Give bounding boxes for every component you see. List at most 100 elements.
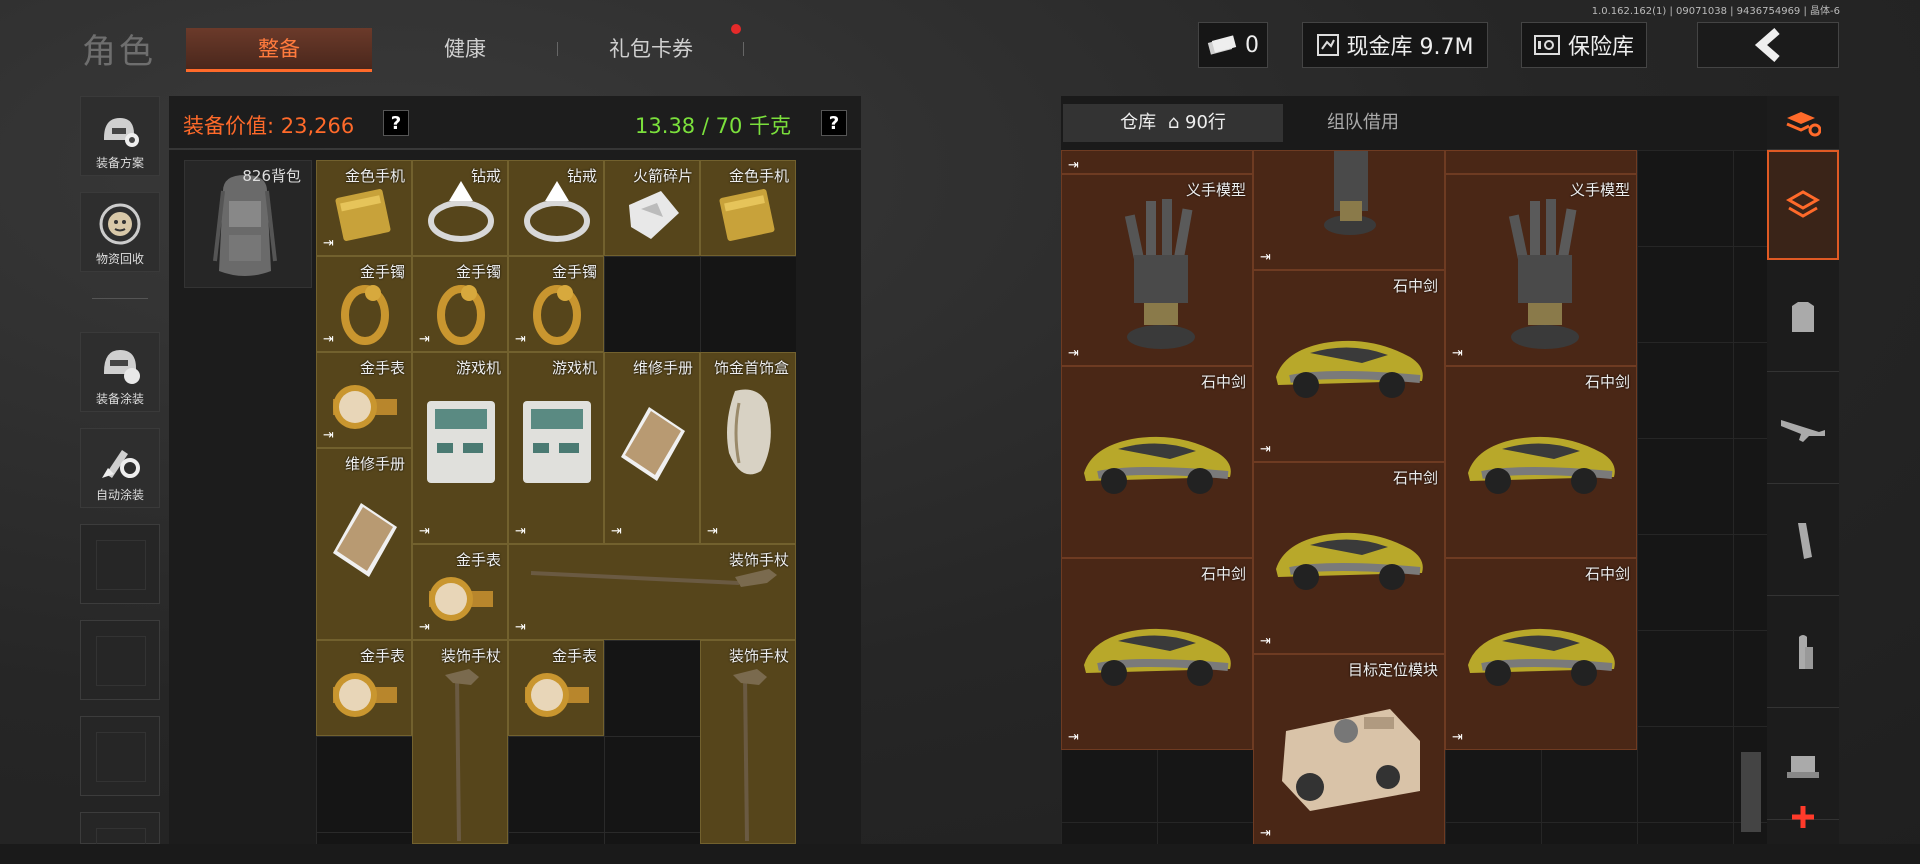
inventory-item[interactable]: 石中剑 ⇥ [1061,558,1253,750]
item-name: 金色手机 [344,167,405,185]
inventory-item[interactable]: 金手表 ⇥ [316,352,412,448]
auto-paint-button[interactable]: 自动涂装 [80,428,160,508]
inventory-item[interactable]: 石中剑 ⇥ [1253,462,1445,654]
item-name: 游戏机 [455,359,501,377]
tab-warehouse[interactable]: 仓库 ⌂ 90行 [1063,104,1283,142]
inventory-item[interactable]: 金手表 [316,640,412,736]
safe-button[interactable]: 保险库 [1521,22,1647,68]
nav-label: 物资回收 [95,252,144,266]
equipment-plan-button[interactable]: 装备方案 [80,96,160,176]
category-weapons[interactable] [1767,374,1839,484]
category-all[interactable] [1767,150,1839,260]
inventory-item-partial[interactable]: ⇥ [1061,150,1253,174]
gold-bracelet-icon [341,285,389,345]
gold-phone-icon [335,189,391,241]
inventory-item[interactable]: 金手表 ⇥ [412,544,508,640]
inventory-item[interactable]: 金色手机 [700,160,796,256]
inventory-item[interactable]: 金手镯 ⇥ [316,256,412,352]
move-out-icon: ⇥ [515,620,526,635]
move-out-icon: ⇥ [419,620,430,635]
inventory-item[interactable]: 钻戒 [412,160,508,256]
inventory-item[interactable]: 装饰手杖 [700,640,796,844]
inventory-item[interactable]: 游戏机 ⇥ [508,352,604,544]
back-button[interactable] [1697,22,1839,68]
inventory-item[interactable]: 金手表 [508,640,604,736]
inventory-item[interactable]: 维修手册 ⇥ [604,352,700,544]
inventory-item[interactable]: 义手模型 ⇥ [1445,174,1637,366]
item-name: 石中剑 [1200,373,1246,391]
inventory-item-partial[interactable]: ⇥ [1253,150,1445,270]
all-items-icon [1785,190,1821,218]
tab-health[interactable]: 健康 [372,28,558,72]
empty-nav-slot [80,620,160,700]
sports-car-icon [1276,532,1423,590]
helmet-gear-icon [104,118,139,147]
game-console-icon [427,401,495,483]
weight-help-button[interactable]: ? [821,110,847,136]
inventory-item[interactable]: 石中剑 ⇥ [1253,270,1445,462]
jewelry-box-icon [727,389,771,475]
prosthetic-hand-icon [1508,199,1579,349]
inventory-item[interactable]: 金色手机 ⇥ [316,160,412,256]
rifle-icon [1781,419,1825,442]
equipment-paint-button[interactable]: 装备涂装 [80,332,160,412]
ammo-icon [1799,634,1813,669]
empty-nav-slot [80,524,160,604]
empty-nav-slot [80,812,160,864]
inventory-item[interactable]: 维修手册 [316,448,412,640]
inventory-item[interactable]: 石中剑 [1445,366,1637,558]
move-out-icon: ⇥ [1260,250,1271,265]
move-out-icon: ⇥ [1452,346,1463,361]
target-locator-icon [1282,709,1420,811]
safe-icon [1533,35,1560,55]
item-name: 金手镯 [551,263,597,281]
plus-icon [1792,806,1814,828]
category-ammo[interactable] [1767,598,1839,708]
inventory-item[interactable]: 装饰手杖 ⇥ [508,544,796,640]
inventory-item[interactable]: 石中剑 [1061,366,1253,558]
item-name: 钻戒 [470,167,501,185]
backpack-icon [213,175,277,276]
category-armor[interactable] [1767,262,1839,372]
recycle-button[interactable]: 物资回收 [80,192,160,272]
inventory-item[interactable]: 饰金首饰盒 ⇥ [700,352,796,544]
inventory-item[interactable]: 金手镯 ⇥ [508,256,604,352]
item-name: 金手表 [455,551,501,569]
warehouse-scrollbar[interactable] [1741,752,1761,832]
sort-refresh-button[interactable] [1767,96,1839,150]
tab-team-borrow[interactable]: 组队借用 [1283,104,1443,142]
inventory-item[interactable]: 金手镯 ⇥ [412,256,508,352]
notification-dot [731,24,741,34]
item-name: 金色手机 [728,167,789,185]
item-name: 维修手册 [632,359,693,377]
move-out-icon: ⇥ [1260,634,1271,649]
item-name: 目标定位模块 [1347,661,1438,679]
category-magazines[interactable] [1767,486,1839,596]
sports-car-icon [1084,628,1231,686]
prosthetic-hand-icon [1324,151,1376,235]
inventory-item[interactable]: 装饰手杖 [412,640,508,844]
rocket-shard-icon [629,191,679,239]
tab-gift-coupons[interactable]: 礼包卡券 [558,28,744,72]
inventory-item[interactable]: 石中剑 ⇥ [1445,558,1637,750]
item-name: 石中剑 [1584,373,1630,391]
inventory-item-partial[interactable] [1445,150,1637,174]
value-help-button[interactable]: ? [383,110,409,136]
equipment-value: 装备价值: 23,266 [183,114,355,138]
magazine-icon [1798,522,1812,559]
cash-vault-button[interactable]: 现金库 9.7M [1302,22,1488,68]
cane-icon [445,669,479,842]
move-out-icon: ⇥ [323,428,334,443]
inventory-item[interactable]: 义手模型 ⇥ [1061,174,1253,366]
tab-equip[interactable]: 整备 [186,28,372,72]
backpack-slot[interactable]: 826背包 [184,160,312,288]
item-name: 金手表 [359,647,405,665]
warehouse-rows: 90行 [1185,112,1226,133]
inventory-item[interactable]: 火箭碎片 [604,160,700,256]
nav-label: 装备方案 [95,156,144,170]
gold-watch-icon [525,673,589,717]
inventory-item[interactable]: 游戏机 ⇥ [412,352,508,544]
inventory-item[interactable]: 钻戒 [508,160,604,256]
expand-button[interactable] [1767,790,1839,844]
inventory-item[interactable]: 目标定位模块 ⇥ [1253,654,1445,844]
